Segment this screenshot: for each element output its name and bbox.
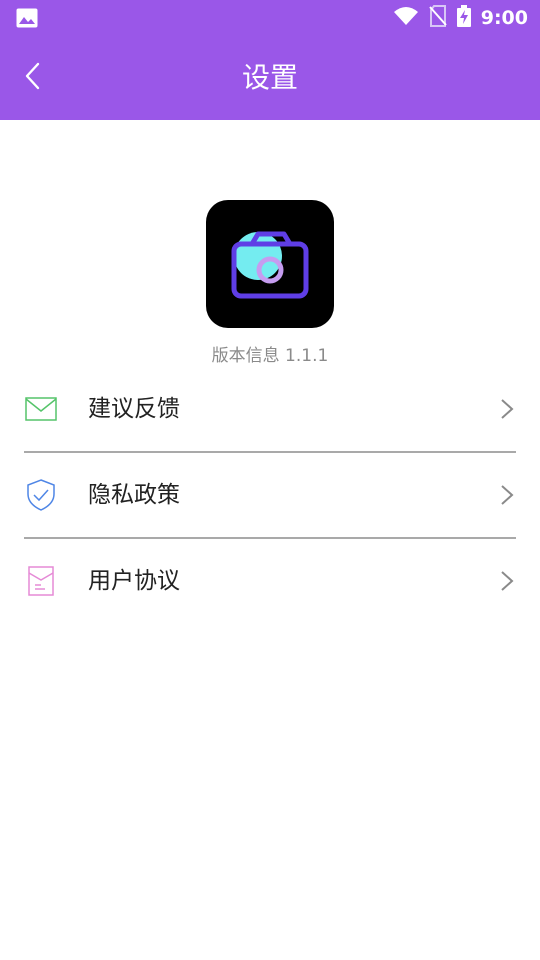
- chevron-right-icon: [500, 484, 514, 506]
- battery-charging-icon: [456, 5, 471, 31]
- document-icon: [24, 565, 58, 597]
- app-header: 设置: [0, 36, 540, 120]
- shield-check-icon: [24, 479, 58, 511]
- menu-item-privacy-policy[interactable]: 隐私政策: [24, 453, 516, 539]
- status-bar: 9:00: [0, 0, 540, 36]
- wifi-icon: [393, 6, 419, 30]
- mail-icon: [24, 393, 58, 425]
- page-title: 设置: [241, 61, 298, 94]
- settings-menu: 建议反馈 隐私政策 用户协议: [24, 367, 516, 623]
- camera-app-logo: [206, 200, 334, 328]
- image-icon: [16, 8, 38, 28]
- chevron-right-icon: [500, 398, 514, 420]
- status-time: 9:00: [480, 7, 528, 29]
- status-icons: 9:00: [393, 5, 528, 31]
- chevron-right-icon: [500, 570, 514, 592]
- menu-item-label: 隐私政策: [88, 482, 180, 508]
- menu-item-label: 建议反馈: [88, 396, 180, 422]
- no-sim-icon: [428, 5, 447, 31]
- menu-item-user-agreement[interactable]: 用户协议: [24, 539, 516, 623]
- version-info: 版本信息 1.1.1: [211, 346, 329, 366]
- menu-item-feedback[interactable]: 建议反馈: [24, 367, 516, 453]
- menu-item-label: 用户协议: [88, 568, 180, 594]
